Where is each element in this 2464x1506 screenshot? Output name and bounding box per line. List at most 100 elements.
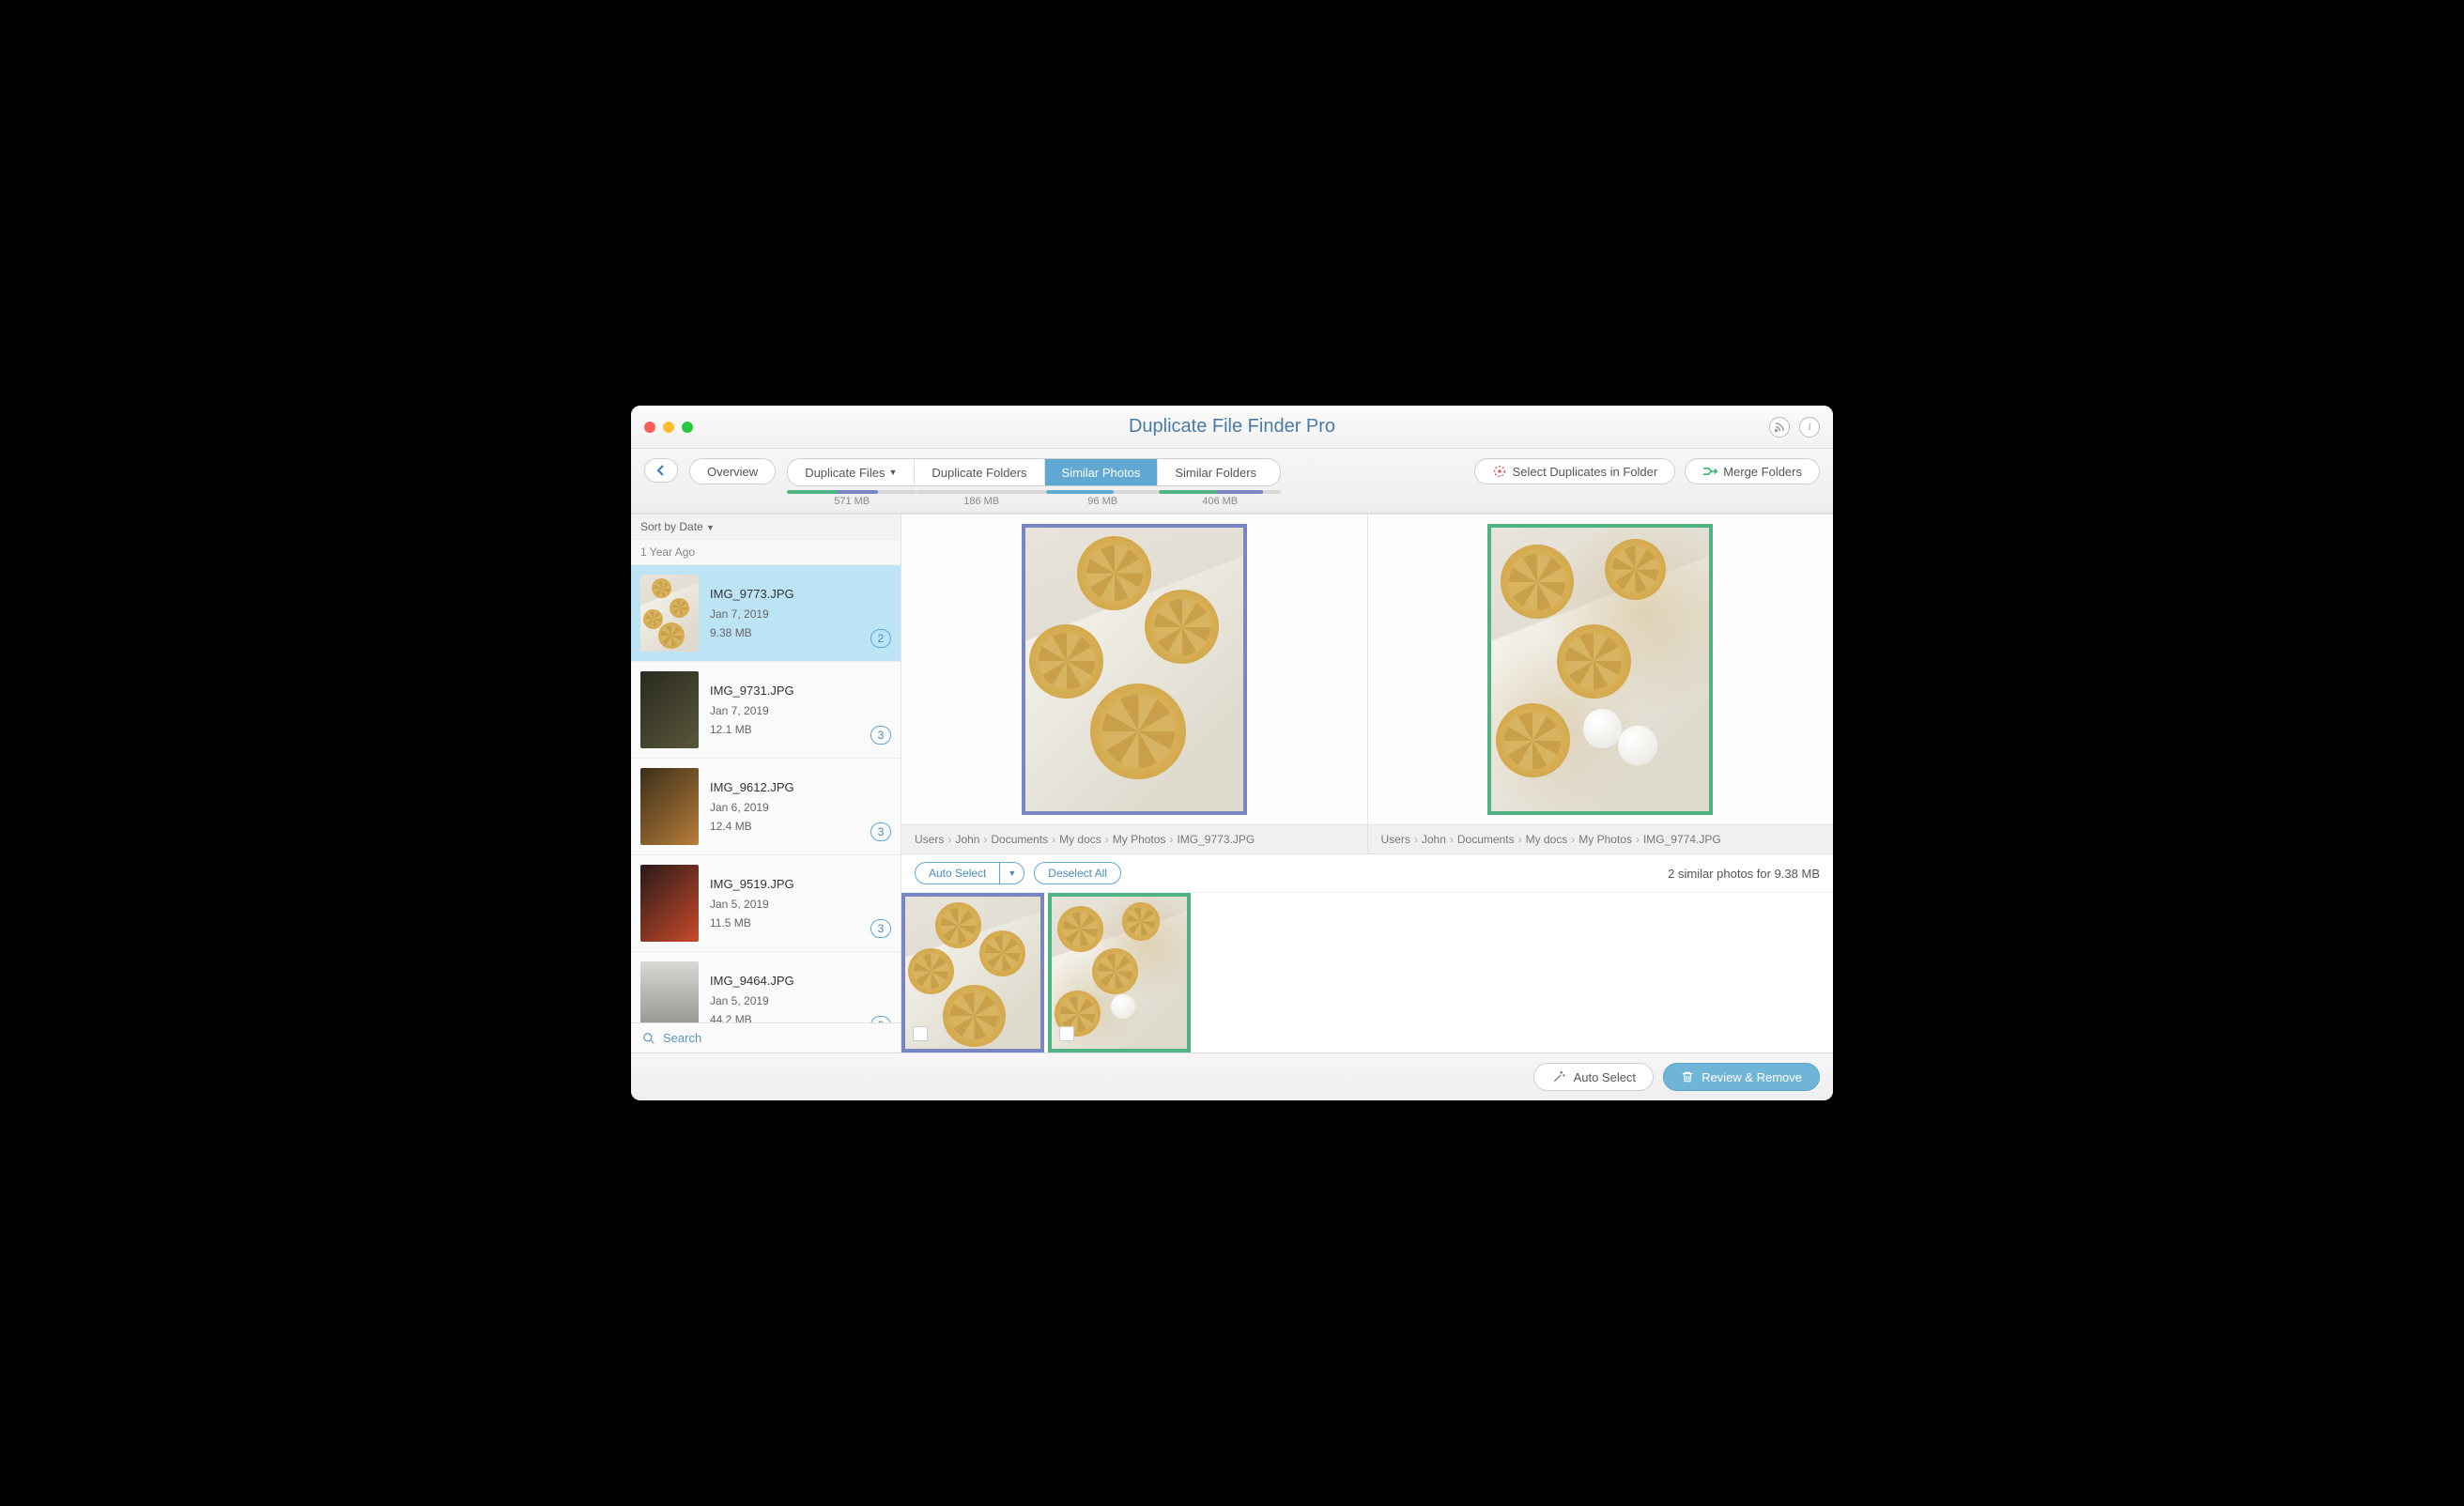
count-badge: 3 (870, 726, 891, 745)
file-date: Jan 5, 2019 (710, 991, 859, 1010)
select-duplicates-button[interactable]: Select Duplicates in Folder (1474, 458, 1676, 484)
list-item[interactable]: IMG_9464.JPGJan 5, 201944.2 MB9 (631, 952, 901, 1022)
file-meta: IMG_9519.JPGJan 5, 201911.5 MB (710, 874, 859, 933)
thumbnail (640, 961, 699, 1022)
count-badge: 2 (870, 629, 891, 648)
file-name: IMG_9519.JPG (710, 874, 859, 895)
file-name: IMG_9464.JPG (710, 971, 859, 991)
tab-duplicate-files[interactable]: Duplicate Files ▼ (788, 459, 914, 485)
chevron-right-icon: › (1571, 833, 1575, 846)
trash-icon (1681, 1069, 1694, 1084)
file-name: IMG_9773.JPG (710, 584, 859, 605)
count-badge: 3 (870, 919, 891, 938)
chevron-right-icon: › (1636, 833, 1640, 846)
auto-select-dropdown[interactable]: ▼ (999, 862, 1024, 884)
file-size: 12.1 MB (710, 720, 859, 739)
review-remove-button[interactable]: Review & Remove (1663, 1063, 1820, 1091)
file-size: 12.4 MB (710, 817, 859, 836)
tab-similar-photos[interactable]: Similar Photos (1044, 459, 1158, 485)
tab-size-label: 571 MB (787, 490, 916, 507)
preview-image-right[interactable] (1487, 524, 1713, 815)
chevron-right-icon: › (1052, 833, 1055, 846)
preview-panes: Users›John›Documents›My docs›My Photos›I… (901, 515, 1833, 854)
thumbnail-1[interactable] (901, 893, 1044, 1053)
file-date: Jan 7, 2019 (710, 605, 859, 623)
tab-label: Similar Folders (1175, 466, 1256, 480)
deselect-all-button[interactable]: Deselect All (1034, 862, 1121, 884)
breadcrumb-segment: IMG_9773.JPG (1177, 833, 1255, 846)
list-item[interactable]: IMG_9612.JPGJan 6, 201912.4 MB 3 (631, 759, 901, 855)
thumbnail (640, 575, 699, 652)
footer-auto-select-label: Auto Select (1574, 1070, 1637, 1084)
tab-label: Similar Photos (1062, 466, 1141, 480)
sidebar: Sort by Date ▼ 1 Year Ago IMG_9773.JPGJa… (631, 515, 901, 1053)
chevron-down-icon: ▼ (706, 523, 715, 532)
search-icon (642, 1032, 655, 1045)
chevron-down-icon: ▼ (1008, 868, 1016, 878)
thumbnail (640, 768, 699, 845)
rss-icon[interactable] (1769, 417, 1790, 438)
chevron-right-icon: › (1169, 833, 1173, 846)
search-bar[interactable]: Search (631, 1022, 901, 1053)
file-list[interactable]: IMG_9773.JPGJan 7, 20199.38 MB 2 IMG_9731.… (631, 565, 901, 1022)
list-item[interactable]: IMG_9519.JPGJan 5, 201911.5 MB 3 (631, 855, 901, 952)
list-item[interactable]: IMG_9773.JPGJan 7, 20199.38 MB 2 (631, 565, 901, 662)
overview-label: Overview (707, 465, 758, 479)
date-group-header: 1 Year Ago (631, 540, 901, 565)
back-button[interactable] (644, 458, 678, 483)
auto-select-button[interactable]: Auto Select (915, 862, 999, 884)
target-icon (1492, 464, 1507, 479)
tab-size-label: 406 MB (1159, 490, 1281, 507)
breadcrumb-segment: Documents (991, 833, 1048, 846)
auto-select-label: Auto Select (929, 867, 986, 880)
footer-auto-select-button[interactable]: Auto Select (1533, 1063, 1655, 1091)
info-icon[interactable]: i (1799, 417, 1820, 438)
breadcrumb-left: Users›John›Documents›My docs›My Photos›I… (901, 824, 1367, 853)
file-date: Jan 5, 2019 (710, 895, 859, 914)
minimize-window-button[interactable] (663, 422, 674, 433)
sort-label: Sort by Date (640, 520, 703, 533)
tab-size-label: 96 MB (1046, 490, 1159, 507)
file-meta: IMG_9612.JPGJan 6, 201912.4 MB (710, 777, 859, 837)
selection-status: 2 similar photos for 9.38 MB (1668, 867, 1820, 881)
breadcrumb-segment: John (1422, 833, 1446, 846)
close-window-button[interactable] (644, 422, 655, 433)
app-window: Duplicate File Finder Pro i Overview Dup… (631, 406, 1833, 1100)
count-badge: 3 (870, 822, 891, 841)
list-item[interactable]: IMG_9731.JPGJan 7, 201912.1 MB 3 (631, 662, 901, 759)
thumbnail-2-checkbox[interactable] (1059, 1026, 1074, 1041)
preview-pane-left: Users›John›Documents›My docs›My Photos›I… (901, 515, 1367, 853)
thumbnail-strip (901, 893, 1833, 1053)
review-remove-label: Review & Remove (1702, 1070, 1802, 1084)
breadcrumb-segment: John (955, 833, 979, 846)
file-name: IMG_9731.JPG (710, 681, 859, 701)
breadcrumb-segment: My Photos (1578, 833, 1632, 846)
breadcrumb-segment: My docs (1059, 833, 1101, 846)
titlebar: Duplicate File Finder Pro i (631, 406, 1833, 449)
chevron-right-icon: › (983, 833, 987, 846)
select-duplicates-label: Select Duplicates in Folder (1513, 465, 1658, 479)
traffic-lights (644, 422, 693, 433)
merge-icon (1702, 465, 1717, 478)
file-size: 9.38 MB (710, 623, 859, 642)
tab-duplicate-folders[interactable]: Duplicate Folders (914, 459, 1043, 485)
footer: Auto Select Review & Remove (631, 1053, 1833, 1100)
window-title: Duplicate File Finder Pro (631, 416, 1833, 438)
preview-image-left[interactable] (1022, 524, 1247, 815)
thumbnail-1-checkbox[interactable] (913, 1026, 928, 1041)
wand-icon (1551, 1069, 1566, 1084)
tab-similar-folders[interactable]: Similar Folders (1157, 459, 1273, 485)
file-meta: IMG_9731.JPGJan 7, 201912.1 MB (710, 681, 859, 740)
file-size: 11.5 MB (710, 914, 859, 932)
merge-folders-button[interactable]: Merge Folders (1685, 458, 1820, 484)
breadcrumb-segment: Documents (1457, 833, 1515, 846)
category-tabs: Duplicate Files ▼Duplicate Folders Simila… (787, 458, 1281, 507)
breadcrumb-segment: IMG_9774.JPG (1643, 833, 1721, 846)
fullscreen-window-button[interactable] (682, 422, 693, 433)
sort-dropdown[interactable]: Sort by Date ▼ (631, 515, 901, 540)
thumbnail-2[interactable] (1048, 893, 1191, 1053)
file-meta: IMG_9773.JPGJan 7, 20199.38 MB (710, 584, 859, 643)
overview-button[interactable]: Overview (689, 458, 776, 484)
chevron-right-icon: › (1450, 833, 1454, 846)
chevron-right-icon: › (1414, 833, 1418, 846)
